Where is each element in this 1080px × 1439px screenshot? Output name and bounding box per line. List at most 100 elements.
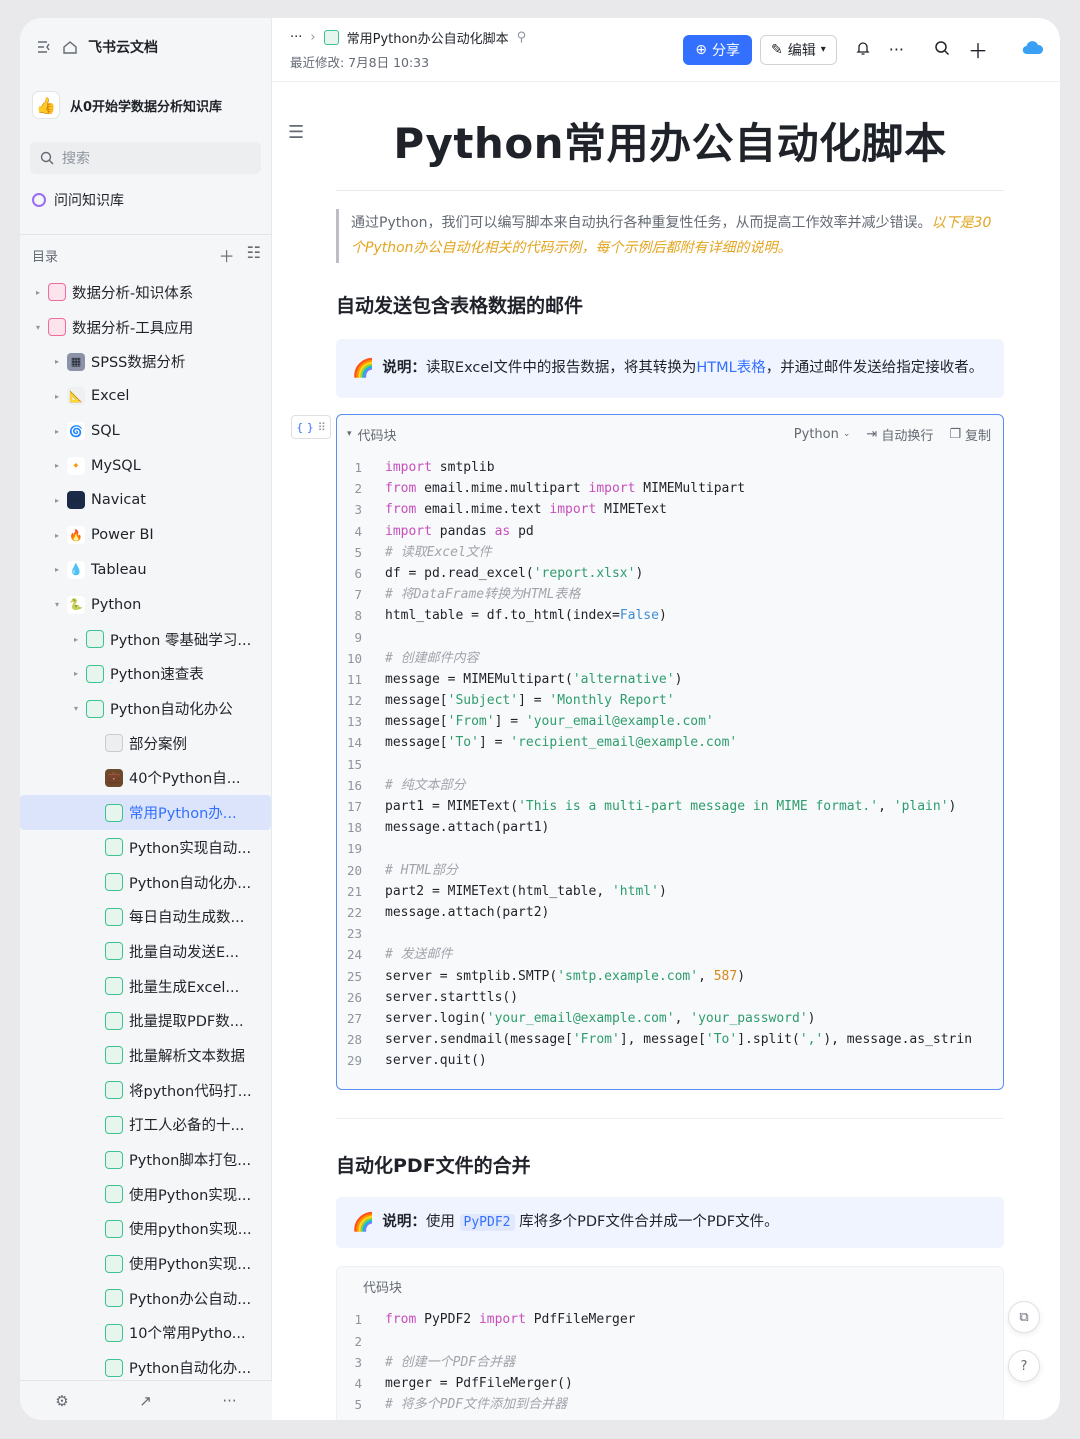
knowledge-base-title[interactable]: 👍 从0开始学数据分析知识库 [20,76,271,134]
more-options-icon[interactable]: ··· [889,40,904,59]
sidebar-tree-item[interactable]: ▸ 数据分析-知识体系 [20,275,271,310]
sidebar-tree-item[interactable]: 每日自动生成数... [20,899,271,934]
sidebar-tree-item[interactable]: ▾ Python自动化办公 [20,691,271,726]
sidebar-tree-item[interactable]: ▸ 🔥 Power BI [20,518,271,553]
caret-right-icon[interactable]: ▸ [70,669,82,678]
sidebar-tree-item[interactable]: Python实现自动... [20,830,271,865]
code-block-label: 代码块 [363,1280,403,1296]
sidebar-tree-item[interactable]: 批量自动发送E... [20,934,271,969]
code-block-email[interactable]: { } ⠿ ▾ 代码块 Python ⌄ ⇥ 自动换行 ❐ 复制 1 import smt… [291,414,1004,1091]
pencil-icon: ✎ [770,41,783,58]
tree-item-label: Python [91,596,142,613]
sidebar-tree-item[interactable]: ▾ 数据分析-工具应用 [20,310,271,345]
sidebar-tree-item[interactable]: ▸ Python速查表 [20,657,271,692]
doc-info-icon[interactable]: ⧉ [1008,1301,1040,1333]
sidebar-tree-item-active[interactable]: 常用Python办... [20,795,271,830]
code-lines[interactable]: 1 import smtplib 2 from email.mime.multipar… [337,453,1003,1089]
caret-right-icon[interactable]: ▸ [51,461,63,470]
tree-view-icon[interactable]: ☷ [247,243,261,267]
app-name[interactable]: 飞书云文档 [88,37,158,57]
language-select[interactable]: Python ⌄ [794,427,851,442]
pin-icon[interactable]: ⚲ [517,30,527,45]
code-text: from PyPDF2 import PdfFileMerger [385,1312,636,1328]
search-icon[interactable] [934,40,950,60]
help-icon[interactable]: ? [1008,1350,1040,1382]
collapse-sidebar-icon[interactable] [36,39,52,55]
breadcrumb-ellipsis[interactable]: ··· [290,30,302,45]
sidebar-tree-item[interactable]: 批量提取PDF数... [20,1003,271,1038]
home-icon[interactable] [62,39,78,55]
breadcrumb-doc-title[interactable]: 常用Python办公自动化脚本 [347,28,509,47]
line-number: 29 [346,1053,362,1069]
mysql-icon: 🔸 [67,456,85,475]
sidebar-tree-item[interactable]: 部分案例 [20,726,271,761]
caret-right-icon[interactable]: ▸ [51,496,63,505]
note-text-end: 库将多个PDF文件合并成一个PDF文件。 [519,1214,779,1231]
outline-toggle-icon[interactable]: ☰ [288,122,304,143]
sidebar-tree-item[interactable]: 10个常用Pytho... [20,1316,271,1351]
caret-down-icon[interactable]: ▾ [51,600,63,609]
caret-down-icon[interactable]: ▾ [70,704,82,713]
sidebar-tree-item[interactable]: ▸ 🌀 SQL [20,414,271,449]
block-handle[interactable]: { } ⠿ [291,415,331,439]
sidebar-tree-item[interactable]: 打工人必备的十... [20,1108,271,1143]
sidebar-tree-item[interactable]: ▸ 〰 Navicat [20,483,271,518]
bell-icon[interactable] [855,40,871,60]
sidebar-tree-item[interactable]: 使用python实现... [20,1212,271,1247]
sidebar-tree-item[interactable]: ▸ ▦ SPSS数据分析 [20,344,271,379]
more-icon[interactable]: ··· [222,1392,236,1410]
code-block-pdf[interactable]: 代码块 1 from PyPDF2 import PdfFileMerger 2 3 #… [336,1266,1004,1420]
cloud-icon[interactable] [1022,40,1044,59]
code-text: message['Subject'] = 'Monthly Report' [385,693,675,709]
code-text: message.attach(part2) [385,904,550,920]
sidebar-tree-item[interactable]: Python脚本打包... [20,1142,271,1177]
word-wrap-button[interactable]: ⇥ 自动换行 [866,425,933,444]
caret-right-icon[interactable]: ▸ [51,427,63,436]
tree-item-label: Python实现自动... [129,840,252,857]
share-out-icon[interactable]: ↗ [139,1392,152,1410]
doc-icon [105,838,123,857]
sidebar-tree-item[interactable]: 批量生成Excel... [20,969,271,1004]
sidebar-tree-item[interactable]: 使用Python实现... [20,1177,271,1212]
search-input[interactable]: 搜索 [30,142,261,174]
tree-item-label: 打工人必备的十... [129,1118,245,1135]
search-placeholder: 搜索 [62,151,90,167]
caret-right-icon[interactable]: ▸ [51,531,63,540]
sidebar-tree-item[interactable]: ▸ Python 零基础学习... [20,622,271,657]
caret-right-icon[interactable]: ▸ [32,288,44,297]
html-table-link[interactable]: HTML表格 [696,360,765,376]
add-icon[interactable]: ＋ [219,243,235,267]
sidebar-tree-item[interactable]: ▸ 📐 Excel [20,379,271,414]
sidebar-tree-item[interactable]: 将python代码打... [20,1073,271,1108]
copy-button[interactable]: ❐ 复制 [949,425,991,444]
caret-right-icon[interactable]: ▸ [51,392,63,401]
code-text: part2 = MIMEText(html_table, 'html') [385,883,667,899]
collapse-caret-icon[interactable]: ▾ [347,429,352,439]
sidebar-tree-item[interactable]: 使用Python实现... [20,1246,271,1281]
sidebar-tree-item[interactable]: 💼 40个Python自... [20,761,271,796]
caret-down-icon[interactable]: ▾ [32,323,44,332]
plus-icon[interactable]: ＋ [968,35,988,64]
code-text: server.quit() [385,1053,487,1069]
code-lines[interactable]: 1 from PyPDF2 import PdfFileMerger 2 3 # 创建一… [337,1305,1003,1420]
sidebar-tree-item[interactable]: Python自动化办... [20,865,271,900]
caret-right-icon[interactable]: ▸ [70,635,82,644]
tree-item-label: Python自动化办公 [110,702,233,719]
caret-right-icon[interactable]: ▸ [51,565,63,574]
code-text: server = smtplib.SMTP('smtp.example.com'… [385,968,746,984]
edit-mode-dropdown[interactable]: ✎ 编辑 ▾ [759,34,837,65]
sidebar-tree-item[interactable]: ▸ 🔸 MySQL [20,448,271,483]
sidebar-tree-item[interactable]: 批量解析文本数据 [20,1038,271,1073]
code-line: 13 message['From'] = 'your_email@example.… [337,711,1003,732]
settings-icon[interactable]: ⚙ [55,1392,68,1410]
sidebar-tree-item[interactable]: ▾ 🐍 Python [20,587,271,622]
caret-right-icon[interactable]: ▸ [51,357,63,366]
code-line: 28 server.sendmail(message['From'], messa… [337,1029,1003,1050]
line-number: 3 [354,502,362,518]
share-button[interactable]: ⊕ 分享 [683,34,752,65]
ask-knowledge-base[interactable]: 问问知识库 [20,180,271,220]
sidebar-tree-item[interactable]: ▸ 💧 Tableau [20,553,271,588]
sidebar-tree-item[interactable]: Python办公自动... [20,1281,271,1316]
title-divider [336,190,1004,191]
tree-item-label: 批量自动发送E... [129,944,239,961]
